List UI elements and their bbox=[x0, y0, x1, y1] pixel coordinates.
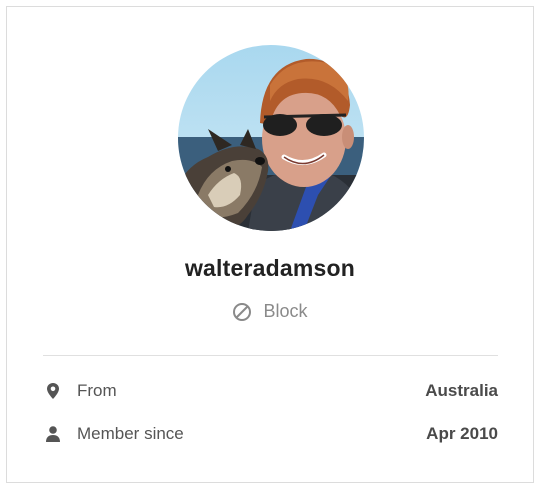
from-label-wrap: From bbox=[43, 381, 117, 401]
block-icon bbox=[232, 302, 252, 322]
username: walteradamson bbox=[184, 255, 356, 281]
divider bbox=[43, 355, 498, 356]
person-icon bbox=[44, 425, 62, 443]
avatar-photo bbox=[178, 45, 364, 231]
from-value: Australia bbox=[425, 381, 498, 400]
block-label: Block bbox=[263, 301, 308, 321]
avatar[interactable] bbox=[178, 45, 364, 231]
detail-row-from: From Australia bbox=[43, 378, 498, 404]
detail-row-member-since: Member since Apr 2010 bbox=[43, 421, 498, 447]
location-pin-icon bbox=[44, 382, 62, 400]
block-button[interactable]: Block bbox=[7, 301, 533, 322]
member-since-label: Member since bbox=[77, 424, 184, 443]
member-label-wrap: Member since bbox=[43, 424, 184, 444]
from-label: From bbox=[77, 381, 117, 400]
member-since-value: Apr 2010 bbox=[426, 424, 498, 443]
profile-card: walteradamson Block From Australia Membe… bbox=[6, 6, 534, 483]
